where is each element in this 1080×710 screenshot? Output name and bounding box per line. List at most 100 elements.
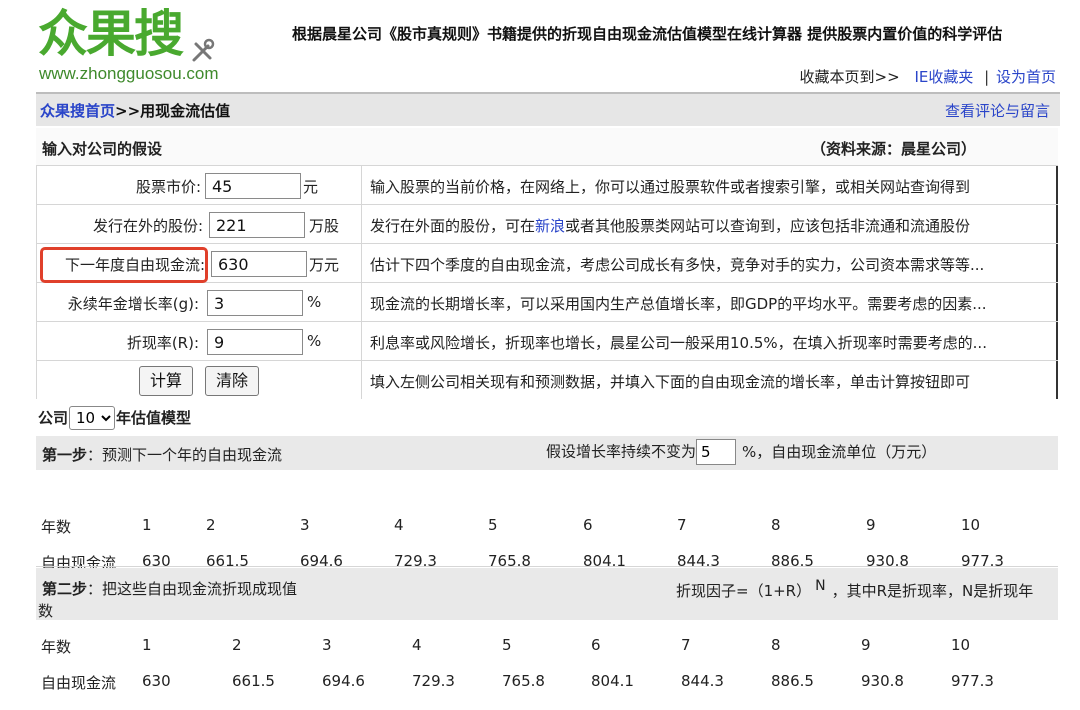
step2-title: 第二步：把这些自由现金流折现成现值 — [42, 578, 297, 599]
row-shares-outstanding: 发行在外的股份: 万股 发行在外面的股份，可在新浪或者其他股票类网站可以查询到，… — [36, 205, 1058, 244]
growth-prefix: 假设增长率持续不变为 — [546, 442, 697, 461]
link-divider: | — [984, 68, 990, 86]
row-actions: 计算 清除 填入左侧公司相关现有和预测数据，并填入下面的自由现金流的增长率，单击… — [36, 361, 1058, 400]
shares-desc-post: 或者其他股票类网站可以查询到，应该包括非流通和流通股份 — [565, 217, 971, 235]
discount-rate-label: 折现率(R): — [126, 334, 199, 352]
calculate-button[interactable]: 计算 — [139, 366, 194, 396]
step1-year-cell: 4 — [394, 516, 404, 534]
step2-year-cell: 3 — [322, 636, 332, 654]
step2-year-cell: 10 — [951, 636, 971, 654]
step1-year-cell: 1 — [142, 516, 152, 534]
clear-button[interactable]: 清除 — [205, 366, 260, 396]
assumptions-source: （资料来源：晨星公司） — [810, 140, 976, 158]
perpetual-growth-desc: 现金流的长期增长率，可以采用国内生产总值增长率，即GDP的平均水平。需要考虑的因… — [370, 295, 987, 313]
step2-value-cell: 886.5 — [771, 672, 814, 690]
tools-icon — [192, 38, 215, 62]
step2-year-cell: 6 — [591, 636, 601, 654]
step2-value-cell: 977.3 — [951, 672, 994, 690]
step2-section: 第二步：把这些自由现金流折现成现值 数 折现因子=（1+R） N ，其中R是折现率，… — [36, 568, 1058, 710]
site-header: 众果搜 www.zhongguosou.com 根据晨星公司《股市真规则》书籍提… — [0, 0, 1080, 92]
step1-year-cell: 2 — [206, 516, 216, 534]
step2-value-cell: 729.3 — [412, 672, 455, 690]
step1-year-cell: 8 — [771, 516, 781, 534]
step1-title: 第一步：预测下一个年的自由现金流 — [42, 444, 282, 465]
row-perpetual-growth: 永续年金增长率(g): % 现金流的长期增长率，可以采用国内生产总值增长率，即G… — [36, 283, 1058, 322]
step1-section: 第一步：预测下一个年的自由现金流 假设增长率持续不变为 %，自由现金流单位（万元）… — [36, 436, 1058, 572]
step1-growth: 假设增长率持续不变为 %，自由现金流单位（万元） — [546, 439, 936, 465]
breadcrumb: 众果搜首页>>用现金流估值 — [40, 100, 230, 121]
top-links: 收藏本页到>> IE收藏夹 | 设为首页 — [800, 66, 1056, 87]
logo-url: www.zhongguosou.com — [39, 64, 219, 83]
factor-sup: N — [815, 578, 826, 594]
action-desc: 填入左侧公司相关现有和预测数据，并填入下面的自由现金流的增长率，单击计算按钮即可 — [370, 373, 971, 391]
discount-factor-formula: 折现因子=（1+R） N ，其中R是折现率，N是折现年 — [676, 578, 1033, 601]
stock-price-label: 股票市价: — [135, 178, 201, 196]
model-prefix: 公司 — [38, 409, 69, 427]
sina-link[interactable]: 新浪 — [535, 217, 565, 235]
step-divider — [36, 566, 1058, 567]
step2-value-cell: 630 — [142, 672, 171, 690]
factor-post: ，其中R是折现率，N是折现年 — [831, 582, 1034, 600]
growth-rate-input[interactable] — [696, 439, 737, 465]
step1-grid: 年数 自由现金流 1 630 2 661.5 3 694.6 4 729.3 5 765.8 6 80… — [36, 470, 1058, 572]
model-suffix: 年估值模型 — [116, 409, 192, 427]
step1-year-cell: 7 — [677, 516, 687, 534]
step2-year-cell: 7 — [681, 636, 691, 654]
site-slogan: 根据晨星公司《股市真规则》书籍提供的折现自由现金流估值模型在线计算器 提供股票内… — [292, 25, 1003, 43]
breadcrumb-home-link[interactable]: 众果搜首页 — [40, 102, 115, 120]
discount-rate-unit: % — [307, 332, 322, 350]
assumptions-header: 输入对公司的假设 （资料来源：晨星公司） — [36, 128, 1058, 166]
ie-bookmark-link[interactable]: IE收藏夹 — [914, 68, 973, 86]
bookmark-prefix: 收藏本页到>> — [799, 68, 900, 86]
assumptions-panel: 输入对公司的假设 （资料来源：晨星公司） 股票市价: 元 输入股票的当前价格，在… — [36, 128, 1058, 400]
step2-year-cell: 4 — [412, 636, 422, 654]
assumptions-title: 输入对公司的假设 — [42, 140, 163, 158]
step1-header: 第一步：预测下一个年的自由现金流 假设增长率持续不变为 %，自由现金流单位（万元） — [36, 436, 1058, 470]
discount-rate-desc: 利息率或风险增长，折现率也增长，晨星公司一般采用10.5%，在填入折现率时需要考… — [370, 334, 987, 352]
step2-grid: 年数 自由现金流 1 630 2 661.5 3 694.6 4 729.3 5 765.8 6 80… — [36, 620, 1058, 710]
row-next-year-fcf: 下一年度自由现金流: 万元 估计下四个季度的自由现金流，考虑公司成长有多快，竞争… — [36, 244, 1058, 283]
next-fcf-label: 下一年度自由现金流: — [64, 256, 205, 274]
discount-rate-input[interactable] — [207, 329, 303, 355]
step2-year-label: 年数 — [41, 638, 72, 656]
next-fcf-input[interactable] — [211, 251, 307, 277]
breadcrumb-current: >>用现金流估值 — [115, 102, 231, 120]
shares-input[interactable] — [209, 212, 305, 238]
step2-title-rest: ：把这些自由现金流折现成现值 — [87, 580, 298, 598]
step2-year-cell: 9 — [861, 636, 871, 654]
site-logo[interactable]: 众果搜 www.zhongguosou.com — [38, 2, 238, 88]
next-fcf-unit: 万元 — [309, 256, 340, 274]
step2-year-cell: 8 — [771, 636, 781, 654]
step2-fcf-label: 自由现金流 — [41, 674, 117, 692]
nav-bar: 众果搜首页>>用现金流估值 查看评论与留言 — [36, 92, 1060, 126]
perpetual-growth-input[interactable] — [207, 290, 303, 316]
stock-price-unit: 元 — [303, 178, 319, 196]
step1-year-cell: 9 — [866, 516, 876, 534]
stock-price-input[interactable] — [205, 173, 301, 199]
step2-title-wrap: 数 — [38, 602, 54, 620]
logo-text: 众果搜 — [38, 5, 184, 63]
step1-year-cell: 6 — [583, 516, 593, 534]
review-link[interactable]: 查看评论与留言 — [945, 100, 1050, 121]
step1-title-bold: 第一步 — [42, 446, 88, 464]
step2-title-bold: 第二步 — [42, 580, 88, 598]
step2-year-cell: 2 — [232, 636, 242, 654]
perpetual-growth-unit: % — [307, 293, 322, 311]
step2-year-cell: 5 — [502, 636, 512, 654]
shares-label: 发行在外的股份: — [92, 217, 203, 235]
step2-header: 第二步：把这些自由现金流折现成现值 数 折现因子=（1+R） N ，其中R是折现率，… — [36, 568, 1058, 620]
row-stock-price: 股票市价: 元 输入股票的当前价格，在网络上，你可以通过股票软件或者搜索引擎，或… — [36, 166, 1058, 205]
growth-suffix: %，自由现金流单位（万元） — [742, 442, 937, 461]
step2-value-cell: 694.6 — [322, 672, 365, 690]
step2-value-cell: 844.3 — [681, 672, 724, 690]
factor-pre: 折现因子=（1+R） — [676, 582, 812, 600]
step1-year-label: 年数 — [41, 518, 72, 536]
step1-title-rest: ：预测下一个年的自由现金流 — [87, 446, 283, 464]
step2-value-cell: 930.8 — [861, 672, 904, 690]
next-fcf-desc: 估计下四个季度的自由现金流，考虑公司成长有多快，竞争对手的实力，公司资本需求等等… — [370, 256, 985, 274]
model-years-select[interactable]: 10 — [69, 406, 116, 430]
model-selector-row: 公司 10 年估值模型 — [38, 406, 191, 430]
shares-desc: 发行在外面的股份，可在新浪或者其他股票类网站可以查询到，应该包括非流通和流通股份 — [370, 215, 1050, 236]
stock-price-desc: 输入股票的当前价格，在网络上，你可以通过股票软件或者搜索引擎，或相关网站查询得到 — [370, 178, 971, 196]
set-home-link[interactable]: 设为首页 — [996, 68, 1056, 86]
